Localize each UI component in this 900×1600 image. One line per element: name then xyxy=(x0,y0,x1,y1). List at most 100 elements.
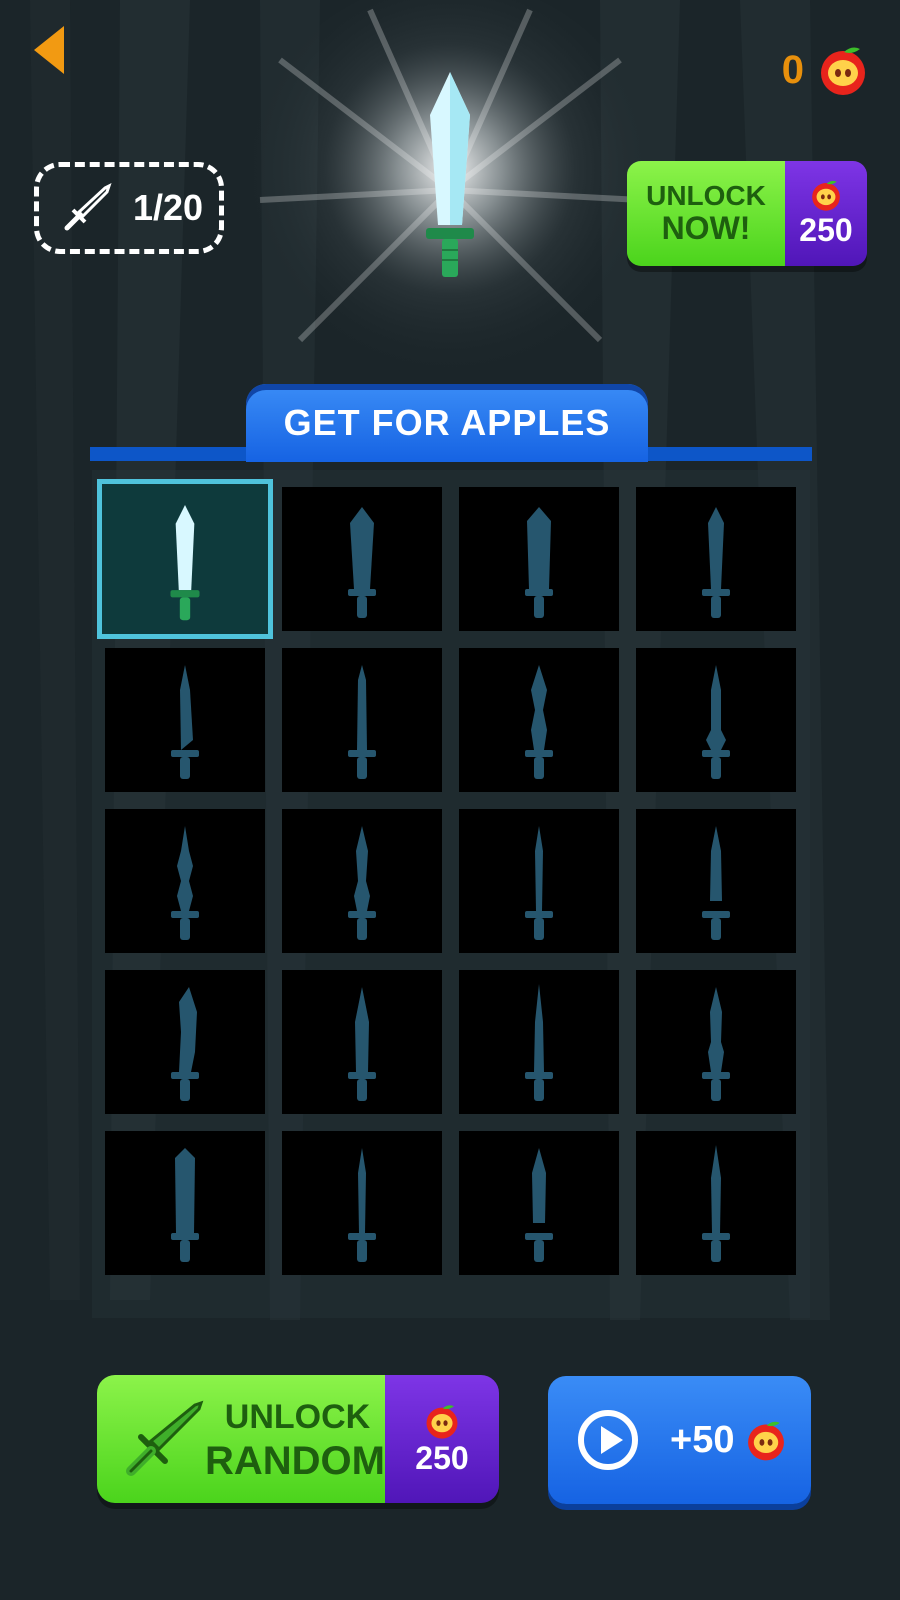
back-button[interactable] xyxy=(30,22,70,78)
section-tab-get-for-apples[interactable]: GET FOR APPLES xyxy=(246,384,648,462)
knife-cell-knife-thin[interactable] xyxy=(636,1131,796,1275)
unlock-now-price: 250 xyxy=(799,212,853,248)
knife-blade xyxy=(532,1148,546,1223)
apple-icon xyxy=(748,1421,785,1461)
knife-cell-knife-wide[interactable] xyxy=(282,487,442,631)
knife-guard xyxy=(348,1233,376,1240)
knife-cell-knife-broad[interactable] xyxy=(105,1131,265,1275)
knife-handle xyxy=(357,918,367,940)
knife-cell-knife-diamond[interactable] xyxy=(459,648,619,792)
unlock-now-button[interactable]: UNLOCK NOW! 250 xyxy=(627,161,867,266)
knife-blade xyxy=(534,984,544,1072)
locked-knife-silhouette xyxy=(702,507,730,618)
apple-icon xyxy=(821,47,865,95)
knife-guard xyxy=(702,911,730,918)
locked-knife-silhouette xyxy=(348,665,376,779)
knife-handle xyxy=(357,757,367,779)
apple-counter: 0 xyxy=(782,40,870,100)
knife-blade xyxy=(175,1148,195,1233)
unlock-random-button[interactable]: UNLOCK RANDOM 250 xyxy=(97,1375,499,1503)
unlock-random-label-area: UNLOCK RANDOM xyxy=(97,1375,385,1503)
locked-knife-silhouette xyxy=(171,665,199,779)
apple-icon xyxy=(426,1404,458,1439)
locked-knife-silhouette xyxy=(702,1145,730,1262)
knife-cell-knife-rapier[interactable] xyxy=(282,1131,442,1275)
knife-blade xyxy=(350,507,374,589)
apple-icon xyxy=(812,180,840,211)
knife-cell-knife-ornate[interactable] xyxy=(105,809,265,953)
locked-knife-silhouette xyxy=(171,1148,199,1262)
knife-cell-knife-kris[interactable] xyxy=(636,970,796,1114)
knife-blade xyxy=(710,826,722,901)
knife-guard xyxy=(525,1072,553,1079)
knife-guard xyxy=(170,590,200,598)
locked-knife-silhouette xyxy=(525,826,553,940)
knife-guard xyxy=(348,750,376,757)
knife-cell-knife-needle[interactable] xyxy=(459,970,619,1114)
knife-handle xyxy=(357,1240,367,1262)
unlock-random-price-area: 250 xyxy=(385,1375,499,1503)
back-arrow-icon xyxy=(34,26,64,74)
knife-cell-knife-bulb[interactable] xyxy=(636,648,796,792)
knife-guard xyxy=(171,911,199,918)
unlock-now-label-area: UNLOCK NOW! xyxy=(627,161,785,266)
knife-blade xyxy=(708,987,724,1072)
knife-cell-knife-slim[interactable] xyxy=(636,487,796,631)
locked-knife-silhouette xyxy=(525,1148,553,1262)
knife-handle xyxy=(711,1079,721,1101)
locked-knife-silhouette xyxy=(702,665,730,779)
knife-handle xyxy=(357,1079,367,1101)
knife-guard xyxy=(525,589,553,596)
knife-blade xyxy=(355,987,369,1072)
knife-cell-knife-scimitar[interactable] xyxy=(105,970,265,1114)
unlock-random-price: 250 xyxy=(415,1439,469,1476)
knife-guard xyxy=(171,750,199,757)
locked-knife-silhouette xyxy=(525,507,553,618)
knife-guard xyxy=(348,911,376,918)
knife-guard xyxy=(348,589,376,596)
knife-cell-knife-stiletto[interactable] xyxy=(636,809,796,953)
unlock-now-price-area: 250 xyxy=(785,161,867,266)
section-title: GET FOR APPLES xyxy=(283,402,611,443)
unlock-random-label-line2: RANDOM xyxy=(205,1439,385,1483)
knife-cell-knife-spear[interactable] xyxy=(459,1131,619,1275)
locked-knife-silhouette xyxy=(702,826,730,940)
knife-guard xyxy=(702,589,730,596)
knife-handle xyxy=(534,1079,544,1101)
play-icon xyxy=(578,1410,638,1470)
watch-ad-button[interactable]: +50 xyxy=(548,1376,811,1504)
knife-blade xyxy=(708,507,724,589)
knife-guard xyxy=(171,1072,199,1079)
knife-blade xyxy=(354,826,370,911)
knife-cell-knife-curved-tip[interactable] xyxy=(105,648,265,792)
unlock-now-label-line2: NOW! xyxy=(661,210,751,247)
collection-progress: 1/20 xyxy=(133,187,204,228)
knife-cell-knife-cleaver[interactable] xyxy=(459,487,619,631)
knife-guard xyxy=(525,1233,553,1240)
knife-blade xyxy=(357,665,367,750)
knife-cell-knife-serrated[interactable] xyxy=(282,648,442,792)
locked-knife-silhouette xyxy=(348,987,376,1101)
knife-blade xyxy=(531,665,547,750)
unlock-random-label-line1: UNLOCK xyxy=(224,1398,371,1436)
knife-guard xyxy=(702,1233,730,1240)
knife-handle xyxy=(180,1079,190,1101)
knife-guard xyxy=(702,750,730,757)
knife-handle xyxy=(180,918,190,940)
locked-knife-silhouette xyxy=(348,507,376,618)
knife-cell-knife-classic[interactable] xyxy=(97,479,273,639)
unlock-now-label-line1: UNLOCK xyxy=(646,179,766,211)
knife-guard xyxy=(525,750,553,757)
knife-handle xyxy=(534,918,544,940)
knife-cell-knife-spike[interactable] xyxy=(282,970,442,1114)
knife-blade xyxy=(711,1145,721,1233)
collection-counter: 1/20 xyxy=(34,162,224,254)
knife-blade xyxy=(177,826,193,911)
knife-cell-knife-dagger[interactable] xyxy=(282,809,442,953)
knife-blade xyxy=(706,665,726,750)
knife-handle xyxy=(357,596,367,618)
featured-knife xyxy=(240,0,660,400)
locked-knife-silhouette xyxy=(525,984,553,1101)
knife-handle xyxy=(711,918,721,940)
knife-cell-knife-saw[interactable] xyxy=(459,809,619,953)
